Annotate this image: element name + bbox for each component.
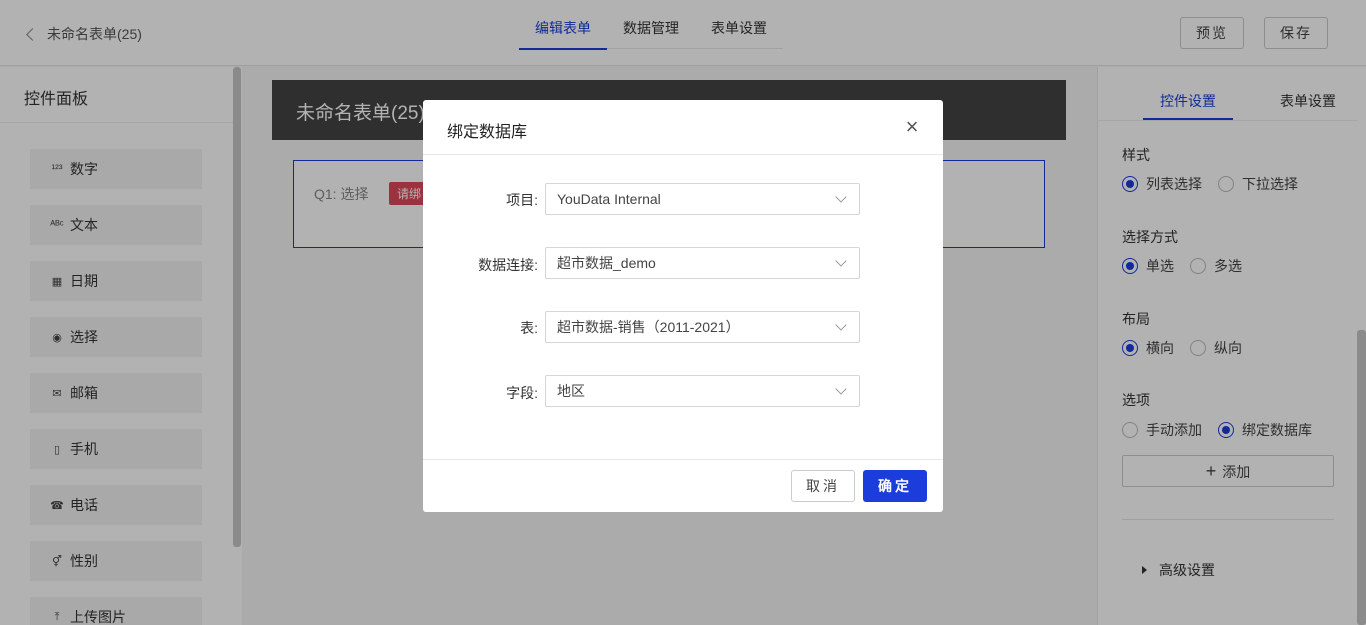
field-label-project: 项目: bbox=[506, 192, 538, 208]
dialog-title: 绑定数据库 bbox=[447, 124, 528, 141]
bind-database-dialog: 绑定数据库 × 项目: YouData Internal 数据连接: 超市数据_… bbox=[423, 100, 943, 512]
chevron-down-icon bbox=[835, 255, 847, 267]
select-value: 超市数据-销售（2011-2021） bbox=[557, 319, 740, 335]
field-label-field: 字段: bbox=[506, 385, 538, 401]
select-value: 地区 bbox=[557, 383, 585, 399]
confirm-button[interactable]: 确定 bbox=[863, 470, 927, 502]
field-select[interactable]: 地区 bbox=[545, 375, 860, 407]
chevron-down-icon bbox=[835, 319, 847, 331]
chevron-down-icon bbox=[835, 383, 847, 395]
select-value: YouData Internal bbox=[557, 191, 661, 207]
field-label-connection: 数据连接: bbox=[478, 257, 538, 273]
project-select[interactable]: YouData Internal bbox=[545, 183, 860, 215]
select-value: 超市数据_demo bbox=[557, 255, 656, 271]
table-select[interactable]: 超市数据-销售（2011-2021） bbox=[545, 311, 860, 343]
divider bbox=[423, 154, 943, 155]
chevron-down-icon bbox=[835, 191, 847, 203]
cancel-button[interactable]: 取消 bbox=[791, 470, 855, 502]
field-label-table: 表: bbox=[520, 320, 538, 336]
close-icon[interactable]: × bbox=[903, 116, 921, 138]
connection-select[interactable]: 超市数据_demo bbox=[545, 247, 860, 279]
divider bbox=[423, 459, 943, 460]
